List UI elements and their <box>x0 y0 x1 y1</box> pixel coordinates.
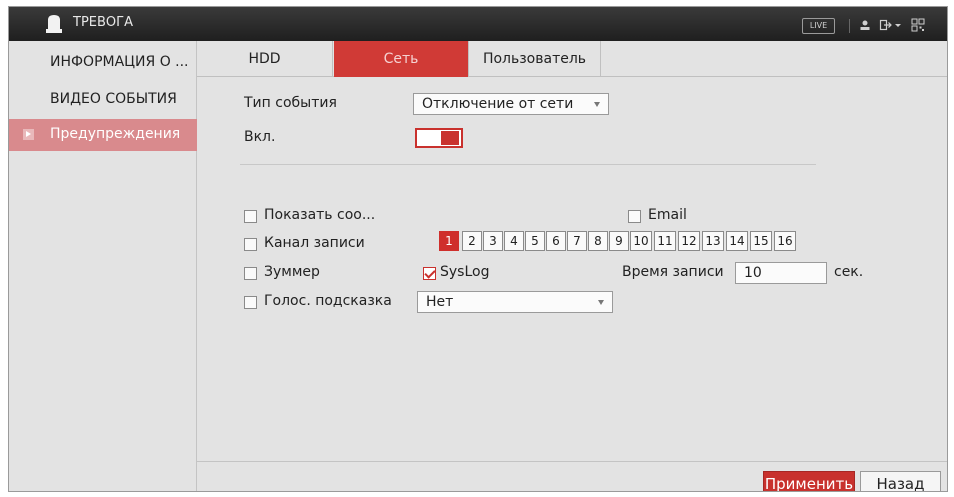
channel-button[interactable]: 10 <box>630 231 652 251</box>
tab-network[interactable]: Сеть <box>334 41 469 77</box>
alarm-window: ТРЕВОГА LIVE ИНФОРМАЦИЯ О ... ВИДЕО СОБЫ… <box>8 6 948 492</box>
syslog-label: SysLog <box>440 264 490 280</box>
alarm-bell-icon <box>46 15 62 33</box>
enable-toggle[interactable] <box>415 128 463 148</box>
toggle-knob <box>441 131 459 145</box>
email-checkbox[interactable] <box>628 210 641 223</box>
channel-button[interactable]: 1 <box>439 231 459 251</box>
event-type-label: Тип события <box>244 95 337 111</box>
tab-hdd[interactable]: HDD <box>197 41 333 77</box>
enable-label: Вкл. <box>244 129 276 145</box>
qr-code-icon[interactable] <box>911 18 925 32</box>
channel-button[interactable]: 8 <box>588 231 608 251</box>
live-button[interactable]: LIVE <box>802 18 835 34</box>
record-time-label: Время записи <box>622 264 724 280</box>
channel-button[interactable]: 5 <box>525 231 545 251</box>
show-message-checkbox[interactable] <box>244 210 257 223</box>
tab-user[interactable]: Пользователь <box>469 41 601 77</box>
channel-button[interactable]: 6 <box>546 231 566 251</box>
channel-button[interactable]: 2 <box>462 231 482 251</box>
sidebar-item-warnings[interactable]: Предупреждения <box>9 119 197 151</box>
voice-prompt-select[interactable]: Нет <box>417 291 613 313</box>
channel-button[interactable]: 13 <box>702 231 724 251</box>
event-type-select[interactable]: Отключение от сети <box>413 93 609 115</box>
dropdown-arrow-icon <box>594 102 600 107</box>
email-label: Email <box>648 207 687 223</box>
logout-icon[interactable] <box>879 18 893 32</box>
back-button[interactable]: Назад <box>860 471 941 491</box>
dropdown-arrow-icon <box>598 300 604 305</box>
chevron-right-icon <box>23 129 34 140</box>
sidebar-item-video-events[interactable]: ВИДЕО СОБЫТИЯ <box>9 84 197 116</box>
titlebar-divider <box>849 19 850 33</box>
record-channel-checkbox[interactable] <box>244 238 257 251</box>
sidebar-item-label: ВИДЕО СОБЫТИЯ <box>50 91 177 107</box>
buzzer-label: Зуммер <box>264 264 320 280</box>
sidebar: ИНФОРМАЦИЯ О ... ВИДЕО СОБЫТИЯ Предупреж… <box>9 41 197 491</box>
voice-prompt-checkbox[interactable] <box>244 296 257 309</box>
record-channel-label: Канал записи <box>264 235 365 251</box>
record-time-input[interactable]: 10 <box>735 262 827 284</box>
channel-button[interactable]: 7 <box>567 231 587 251</box>
voice-prompt-label: Голос. подсказка <box>264 293 392 309</box>
tab-bar: HDD Сеть Пользователь <box>197 41 947 77</box>
title-bar: ТРЕВОГА LIVE <box>9 7 947 41</box>
channel-button[interactable]: 15 <box>750 231 772 251</box>
sidebar-item-info[interactable]: ИНФОРМАЦИЯ О ... <box>9 47 197 79</box>
channel-button[interactable]: 9 <box>609 231 629 251</box>
channel-button[interactable]: 4 <box>504 231 524 251</box>
channel-button[interactable]: 12 <box>678 231 700 251</box>
syslog-checkbox[interactable] <box>423 267 436 280</box>
channel-button[interactable]: 16 <box>774 231 796 251</box>
sidebar-item-label: Предупреждения <box>50 126 181 142</box>
section-divider <box>240 164 816 165</box>
footer-divider <box>197 461 947 462</box>
record-time-unit: сек. <box>834 264 864 280</box>
show-message-label: Показать соо... <box>264 207 376 223</box>
channel-button[interactable]: 3 <box>483 231 503 251</box>
buzzer-checkbox[interactable] <box>244 267 257 280</box>
sidebar-item-label: ИНФОРМАЦИЯ О ... <box>50 54 189 70</box>
event-type-value: Отключение от сети <box>422 96 574 112</box>
user-icon[interactable] <box>858 18 872 32</box>
apply-button[interactable]: Применить <box>763 471 855 491</box>
voice-prompt-value: Нет <box>426 294 454 310</box>
chevron-down-icon[interactable] <box>894 18 902 32</box>
channel-button[interactable]: 11 <box>654 231 676 251</box>
window-title: ТРЕВОГА <box>73 15 133 30</box>
main-panel: HDD Сеть Пользователь Тип события Отключ… <box>197 41 947 491</box>
channel-button[interactable]: 14 <box>726 231 748 251</box>
